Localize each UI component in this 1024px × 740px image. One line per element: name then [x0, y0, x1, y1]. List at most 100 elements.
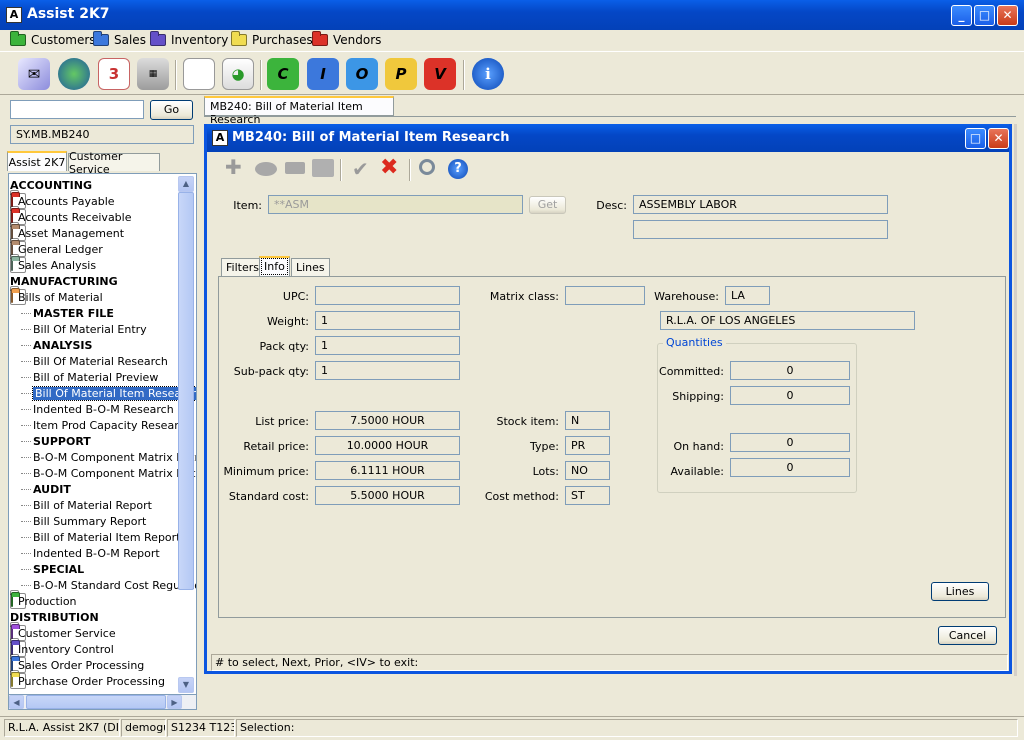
close-button[interactable]: ✕: [997, 5, 1018, 26]
tree-subheading[interactable]: AUDIT: [21, 481, 71, 497]
tree-item[interactable]: Bill Of Material Entry: [21, 321, 147, 337]
calendar-icon[interactable]: 3: [98, 58, 130, 90]
scroll-up-button[interactable]: ▲: [178, 176, 194, 192]
tree-item[interactable]: Bill of Material Preview: [21, 369, 158, 385]
search-icon[interactable]: [419, 159, 435, 175]
purchases-p-icon[interactable]: P: [385, 58, 417, 90]
packqty-field[interactable]: 1: [315, 336, 460, 355]
tab-customer-service[interactable]: Customer Service: [68, 150, 160, 176]
search-input[interactable]: [10, 100, 144, 119]
tree-item-label: B-O-M Component Matrix Entry: [33, 450, 197, 464]
tree-item[interactable]: Indented B-O-M Research: [21, 401, 174, 417]
committed-field[interactable]: 0: [730, 361, 850, 380]
list-price-field[interactable]: 7.5000 HOUR: [315, 411, 460, 430]
tree-item[interactable]: Indented B-O-M Report: [21, 545, 160, 561]
tree-item[interactable]: Item Prod Capacity Research: [21, 417, 192, 433]
min-price-field[interactable]: 6.1111 HOUR: [315, 461, 460, 480]
calculator-icon[interactable]: ▦: [137, 58, 169, 90]
tree-connector: [21, 344, 31, 346]
tree-folder-item[interactable]: Purchase Order Processing: [10, 670, 165, 689]
upc-field[interactable]: [315, 286, 460, 305]
tree-connector: [21, 312, 31, 314]
add-icon[interactable]: ✚: [225, 157, 242, 177]
horizontal-scroll-thumb[interactable]: [26, 695, 166, 709]
tree-item-label: Sales Analysis: [18, 258, 97, 272]
tree-item-label: Purchase Order Processing: [18, 674, 165, 688]
tree-item[interactable]: B-O-M Standard Cost Regulato: [21, 577, 196, 593]
help-icon[interactable]: ?: [448, 159, 468, 179]
tree-folder-item[interactable]: Bills of Material: [10, 286, 103, 305]
lines-button[interactable]: Lines: [931, 582, 989, 601]
tab-assist-2k7[interactable]: Assist 2K7: [7, 151, 67, 171]
subpack-label: Sub-pack qty:: [233, 365, 309, 378]
menu-vendors[interactable]: Vendors: [312, 31, 381, 48]
maximize-button[interactable]: □: [974, 5, 995, 26]
horizontal-scrollbar[interactable]: ◀ ▶: [8, 694, 197, 710]
cancel-button[interactable]: Cancel: [938, 626, 997, 645]
cancel-x-icon[interactable]: ✖: [380, 155, 398, 180]
type-field[interactable]: PR: [565, 436, 610, 455]
weight-field[interactable]: 1: [315, 311, 460, 330]
globe-icon[interactable]: [58, 58, 90, 90]
menu-customers[interactable]: Customers: [10, 31, 96, 48]
child-maximize-button[interactable]: □: [965, 128, 986, 149]
vertical-scroll-thumb[interactable]: [178, 192, 194, 590]
mail-icon[interactable]: ✉: [18, 58, 50, 90]
tree-subheading[interactable]: MASTER FILE: [21, 305, 114, 321]
child-close-button[interactable]: ✕: [988, 128, 1009, 149]
tab-mb240[interactable]: MB240: Bill of Material Item Research: [204, 96, 394, 126]
report-icon[interactable]: [183, 58, 215, 90]
std-cost-field[interactable]: 5.5000 HOUR: [315, 486, 460, 505]
tree-item[interactable]: Bill of Material Report: [21, 497, 152, 513]
menu-inventory[interactable]: Inventory: [150, 31, 228, 48]
tree-item[interactable]: Bill of Material Item Report: [21, 529, 181, 545]
tab-lines[interactable]: Lines: [291, 258, 330, 277]
tree-subheading[interactable]: SUPPORT: [21, 433, 91, 449]
lots-label: Lots:: [532, 465, 559, 478]
tree-subheading[interactable]: SPECIAL: [21, 561, 84, 577]
vendors-v-icon[interactable]: V: [424, 58, 456, 90]
item-field[interactable]: **ASM: [268, 195, 523, 214]
retail-price-field[interactable]: 10.0000 HOUR: [315, 436, 460, 455]
tab-info[interactable]: Info: [259, 256, 290, 277]
warehouse-field[interactable]: LA: [725, 286, 770, 305]
tree-item[interactable]: B-O-M Component Matrix Entry: [21, 449, 197, 465]
print-icon[interactable]: [312, 159, 334, 177]
inventory-i-icon[interactable]: I: [307, 58, 339, 90]
tree-item[interactable]: Bill Of Material Item Research: [21, 385, 196, 401]
onhand-field[interactable]: 0: [730, 433, 850, 452]
scroll-left-button[interactable]: ◀: [9, 695, 24, 709]
tree-connector: [21, 392, 31, 394]
delete-icon[interactable]: [285, 162, 305, 174]
tree-subheading[interactable]: ANALYSIS: [21, 337, 92, 353]
desc2-field[interactable]: [633, 220, 888, 239]
tree-item[interactable]: Bill Summary Report: [21, 513, 146, 529]
tab-filters[interactable]: Filters: [221, 258, 264, 277]
tree-folder-item[interactable]: Sales Analysis: [10, 254, 96, 273]
orders-o-icon[interactable]: O: [346, 58, 378, 90]
desc-field[interactable]: ASSEMBLY LABOR: [633, 195, 888, 214]
customers-c-icon[interactable]: C: [267, 58, 299, 90]
go-button[interactable]: Go: [150, 100, 193, 120]
cost-method-field[interactable]: ST: [565, 486, 610, 505]
subpack-field[interactable]: 1: [315, 361, 460, 380]
get-button[interactable]: Get: [529, 196, 566, 214]
tree-item[interactable]: B-O-M Component Matrix List: [21, 465, 195, 481]
edit-icon[interactable]: [255, 162, 277, 176]
scroll-right-button[interactable]: ▶: [167, 695, 182, 709]
menu-sales[interactable]: Sales: [93, 31, 146, 48]
scroll-down-button[interactable]: ▼: [178, 677, 194, 693]
available-field[interactable]: 0: [730, 458, 850, 477]
tree-section-heading: MANUFACTURING: [10, 273, 118, 289]
minimize-button[interactable]: _: [951, 5, 972, 26]
accept-icon[interactable]: ✔: [352, 157, 369, 181]
tree-folder-item[interactable]: Production: [10, 590, 77, 609]
menu-purchases[interactable]: Purchases: [231, 31, 313, 48]
chart-icon[interactable]: ◕: [222, 58, 254, 90]
lots-field[interactable]: NO: [565, 461, 610, 480]
tree-item[interactable]: Bill Of Material Research: [21, 353, 168, 369]
stock-item-field[interactable]: N: [565, 411, 610, 430]
vendors-folder-icon: [312, 31, 328, 46]
info-icon[interactable]: i: [472, 58, 504, 90]
shipping-field[interactable]: 0: [730, 386, 850, 405]
